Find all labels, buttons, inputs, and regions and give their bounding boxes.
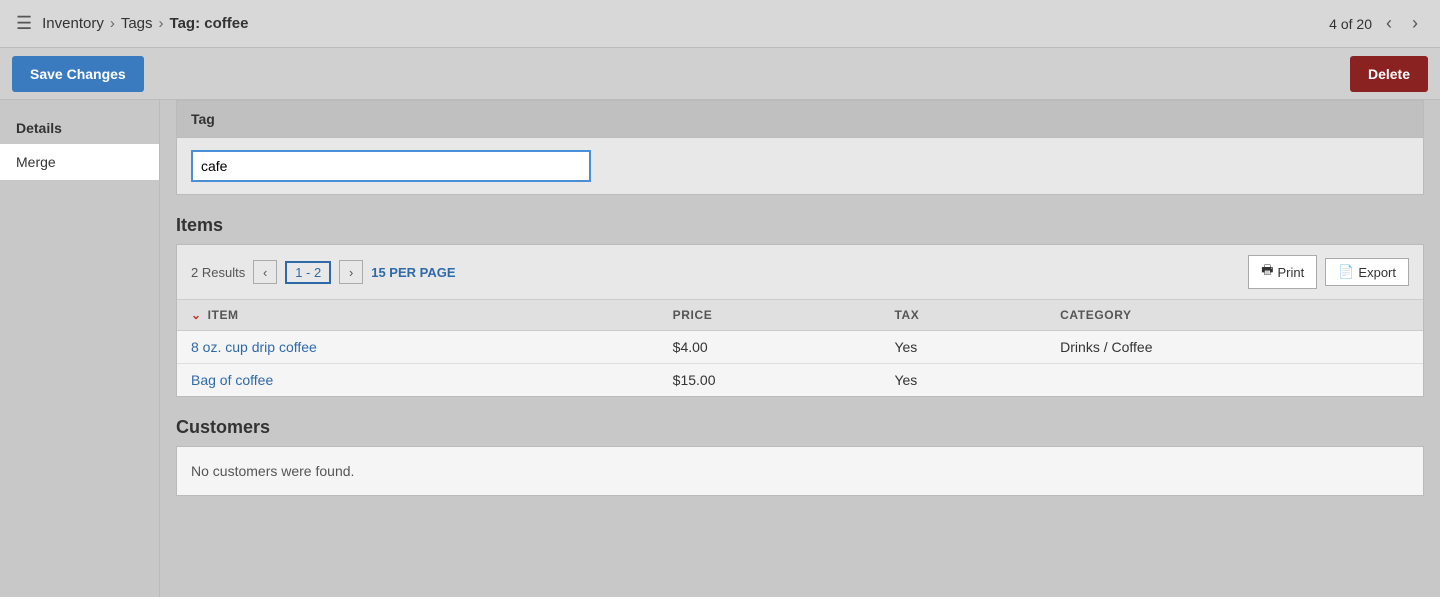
customers-section-title: Customers [176,417,1424,438]
export-icon: 📄 [1338,264,1354,280]
prev-items-button[interactable]: ‹ [253,260,277,284]
items-toolbar-right: 🖶 Print 📄 Export [1248,255,1409,289]
sort-indicator: ⌄ [191,308,202,322]
sidebar-section-title: Details [0,112,159,144]
items-section: Items 2 Results ‹ 1 - 2 › 15 PER PAGE 🖶 [176,215,1424,397]
pagination-nav: 4 of 20 ‹ › [1329,11,1424,36]
item-link[interactable]: Bag of coffee [191,372,273,388]
results-count: 2 Results [191,265,245,280]
item-tax-cell: Yes [880,364,1046,397]
customers-card: No customers were found. [176,446,1424,496]
no-customers-text: No customers were found. [191,463,354,479]
breadcrumb-sep2: › [159,15,164,32]
breadcrumb-inventory[interactable]: Inventory [42,15,104,32]
print-button[interactable]: 🖶 Print [1248,255,1317,289]
table-row: 8 oz. cup drip coffee $4.00 Yes Drinks /… [177,331,1423,364]
menu-icon: ☰ [16,13,32,34]
items-toolbar: 2 Results ‹ 1 - 2 › 15 PER PAGE 🖶 Print … [177,245,1423,300]
export-label: Export [1358,265,1396,280]
item-tax-cell: Yes [880,331,1046,364]
main-layout: Details Merge Tag Items 2 Results [0,100,1440,597]
sidebar: Details Merge [0,100,160,597]
items-toolbar-left: 2 Results ‹ 1 - 2 › 15 PER PAGE [191,260,456,284]
tag-section-body [177,138,1423,194]
top-bar: ☰ Inventory › Tags › Tag: coffee 4 of 20… [0,0,1440,48]
item-name-cell: 8 oz. cup drip coffee [177,331,659,364]
next-items-button[interactable]: › [339,260,363,284]
customers-section: Customers No customers were found. [176,417,1424,496]
print-label: Print [1278,265,1305,280]
item-category-cell [1046,364,1423,397]
sidebar-item-merge[interactable]: Merge [0,144,159,180]
breadcrumb-tags[interactable]: Tags [121,15,153,32]
items-table: ⌄ ITEM PRICE TAX CATEGORY [177,300,1423,396]
col-category: CATEGORY [1046,300,1423,331]
table-row: Bag of coffee $15.00 Yes [177,364,1423,397]
tag-section-header: Tag [177,101,1423,138]
table-header-row: ⌄ ITEM PRICE TAX CATEGORY [177,300,1423,331]
next-page-button[interactable]: › [1406,11,1424,36]
print-icon: 🖶 [1261,261,1273,283]
tag-section: Tag [176,100,1424,195]
tag-input-row [191,150,1409,182]
item-link[interactable]: 8 oz. cup drip coffee [191,339,317,355]
item-name-cell: Bag of coffee [177,364,659,397]
page-counter: 4 of 20 [1329,16,1372,32]
pagination-range: 1 - 2 [285,261,331,284]
items-card: 2 Results ‹ 1 - 2 › 15 PER PAGE 🖶 Print … [176,244,1424,397]
breadcrumb: ☰ Inventory › Tags › Tag: coffee [16,13,248,34]
action-bar: Save Changes Delete [0,48,1440,100]
item-category-cell: Drinks / Coffee [1046,331,1423,364]
per-page-link[interactable]: 15 PER PAGE [371,265,455,280]
save-button[interactable]: Save Changes [12,56,144,92]
prev-page-button[interactable]: ‹ [1380,11,1398,36]
col-price: PRICE [659,300,881,331]
breadcrumb-sep1: › [110,15,115,32]
item-price-cell: $4.00 [659,331,881,364]
content-area: Tag Items 2 Results ‹ 1 - 2 › 15 PER PA [160,100,1440,597]
breadcrumb-current: Tag: coffee [170,15,249,32]
tag-input[interactable] [191,150,591,182]
item-price-cell: $15.00 [659,364,881,397]
items-section-title: Items [176,215,1424,236]
delete-button[interactable]: Delete [1350,56,1428,92]
col-tax: TAX [880,300,1046,331]
col-item[interactable]: ⌄ ITEM [177,300,659,331]
export-button[interactable]: 📄 Export [1325,258,1409,286]
